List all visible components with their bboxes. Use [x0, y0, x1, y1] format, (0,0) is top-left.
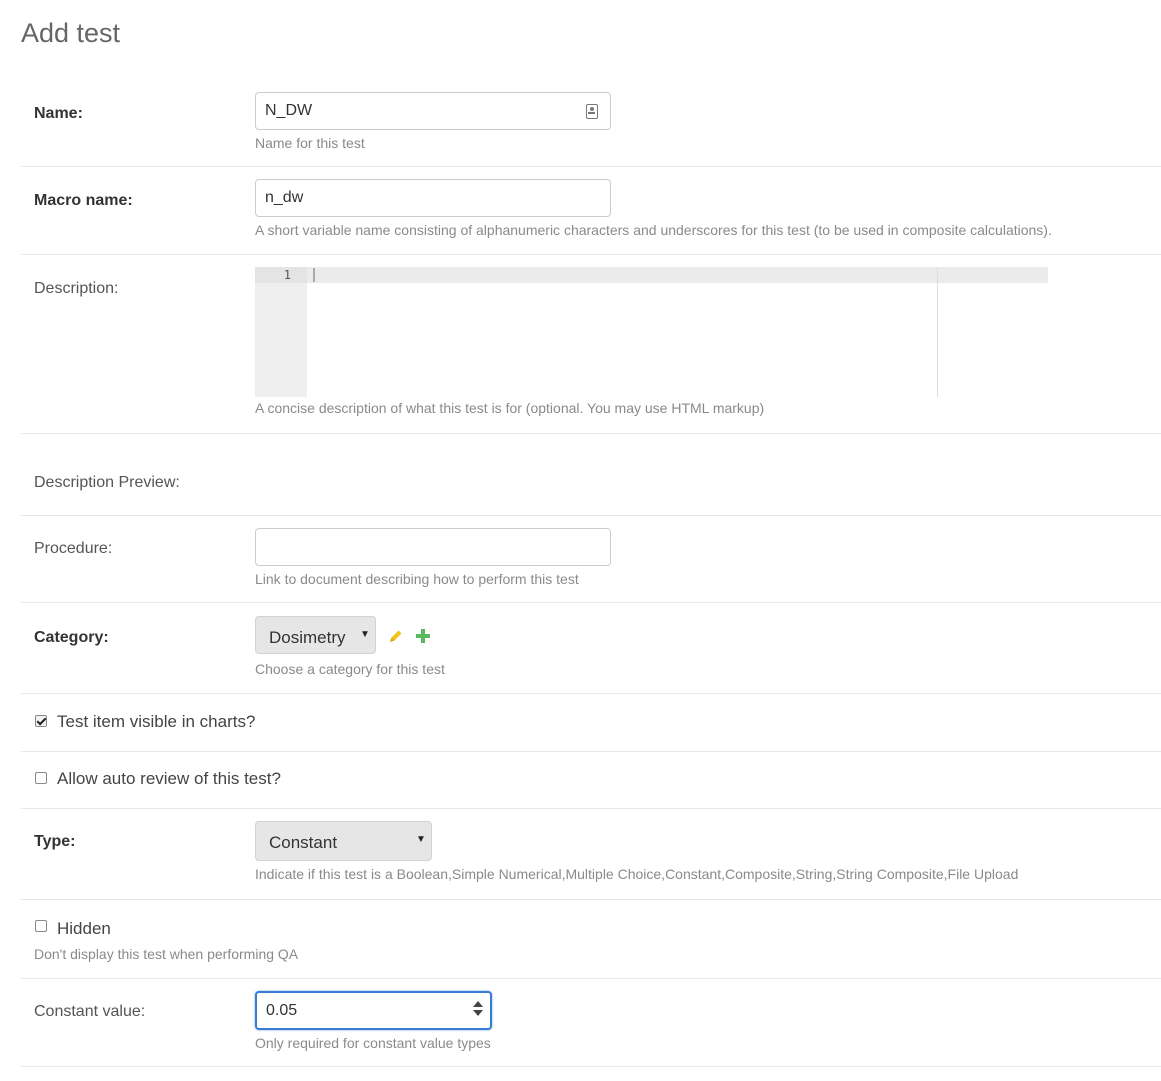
auto-review-row: Allow auto review of this test? — [21, 751, 1161, 809]
name-input[interactable] — [255, 92, 611, 130]
description-row: Description: 1 A concise description of … — [21, 254, 1161, 434]
macro-name-row: Macro name: A short variable name consis… — [21, 166, 1161, 255]
constant-value-row: Constant value: Only required for consta… — [21, 978, 1161, 1067]
description-help: A concise description of what this test … — [255, 400, 765, 416]
caret-down-icon: ▼ — [360, 629, 370, 640]
caret-down-icon: ▼ — [416, 834, 426, 845]
hidden-checkbox[interactable] — [35, 920, 47, 932]
macro-name-input[interactable] — [255, 179, 611, 217]
chart-visible-label: Test item visible in charts? — [57, 712, 256, 731]
hidden-help: Don't display this test when performing … — [34, 946, 299, 962]
editor-line-number: 1 — [283, 268, 291, 282]
constant-value-help: Only required for constant value types — [255, 1035, 491, 1051]
name-row: Name: Name for this test — [21, 78, 1161, 167]
description-preview-row: Description Preview: — [21, 433, 1161, 516]
editor-cursor — [313, 268, 315, 282]
procedure-help: Link to document describing how to perfo… — [255, 571, 579, 587]
spinner-arrows-icon[interactable] — [473, 1001, 483, 1017]
chart-visible-checkbox[interactable] — [35, 715, 47, 727]
plus-icon[interactable] — [415, 628, 431, 644]
procedure-input[interactable] — [255, 528, 611, 566]
constant-value-input[interactable] — [255, 991, 492, 1030]
constant-value-label: Constant value: — [34, 1003, 146, 1020]
type-select[interactable]: Constant ▼ — [255, 821, 432, 861]
type-label: Type: — [34, 833, 76, 850]
name-label: Name: — [34, 105, 83, 122]
page-title: Add test — [21, 18, 121, 48]
auto-review-label: Allow auto review of this test? — [57, 769, 281, 788]
procedure-row: Procedure: Link to document describing h… — [21, 515, 1161, 603]
category-selected-value: Dosimetry — [269, 628, 346, 647]
description-label: Description: — [34, 280, 119, 297]
chart-visible-row: Test item visible in charts? — [21, 693, 1161, 752]
contact-card-icon[interactable] — [586, 104, 598, 119]
editor-margin-line — [937, 267, 938, 397]
category-help: Choose a category for this test — [255, 661, 445, 677]
type-help: Indicate if this test is a Boolean,Simpl… — [255, 866, 1019, 882]
hidden-row: Hidden Don't display this test when perf… — [21, 899, 1161, 979]
spinner-down-arrow[interactable] — [473, 1010, 483, 1016]
procedure-label: Procedure: — [34, 540, 113, 557]
hidden-label: Hidden — [57, 919, 111, 938]
name-help: Name for this test — [255, 135, 365, 151]
category-select[interactable]: Dosimetry ▼ — [255, 616, 376, 654]
type-selected-value: Constant — [269, 833, 338, 852]
pencil-icon[interactable] — [388, 628, 404, 644]
category-label: Category: — [34, 629, 109, 646]
constant-value-field[interactable] — [255, 991, 492, 1030]
description-editor[interactable]: 1 — [255, 267, 1048, 397]
editor-gutter — [255, 267, 307, 397]
category-row: Category: Dosimetry ▼ Choose a category … — [21, 602, 1161, 694]
macro-name-label: Macro name: — [34, 192, 133, 209]
type-row: Type: Constant ▼ Indicate if this test i… — [21, 808, 1161, 900]
spinner-up-arrow[interactable] — [473, 1001, 483, 1007]
macro-name-help: A short variable name consisting of alph… — [255, 222, 1052, 238]
description-preview-label: Description Preview: — [34, 474, 180, 491]
auto-review-checkbox[interactable] — [35, 772, 47, 784]
checkmark-icon — [36, 715, 47, 726]
